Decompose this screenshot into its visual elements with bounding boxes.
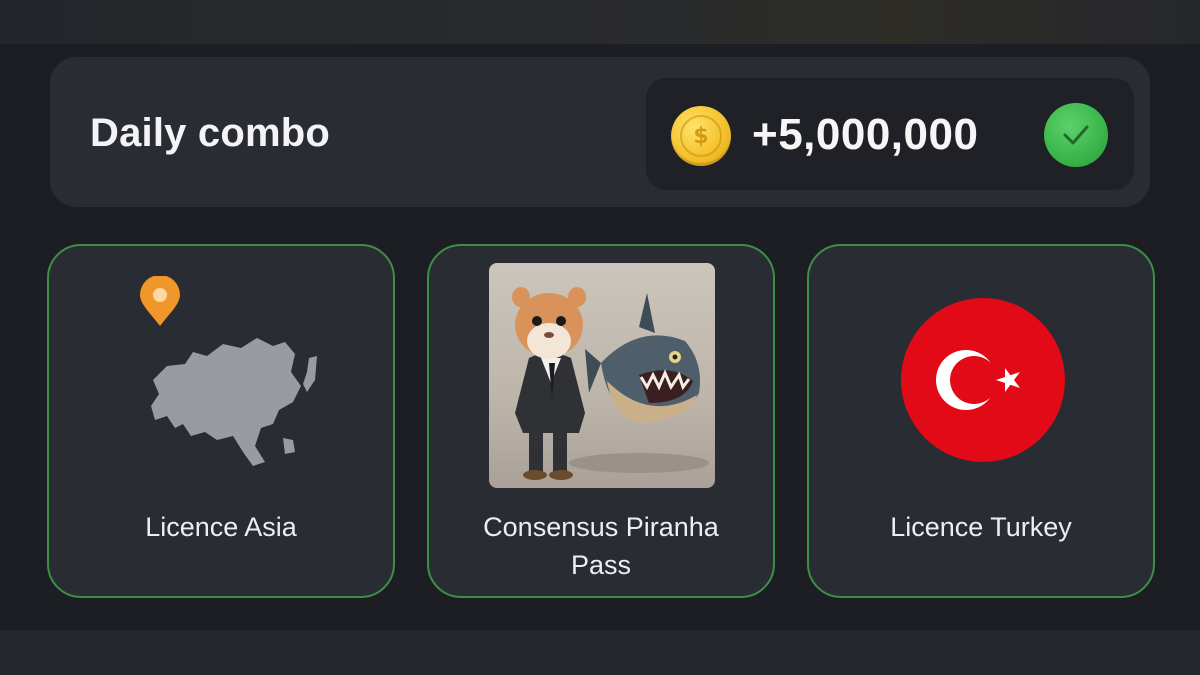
checkmark-icon: [1044, 103, 1108, 167]
reward-amount: +5,000,000: [752, 110, 979, 159]
bottom-bar: [0, 630, 1200, 675]
hamster-and-piranha-image: [489, 263, 715, 488]
top-bar: [0, 0, 1200, 44]
card-label-line-1: Consensus Piranha: [483, 512, 719, 542]
card-label-line-2: Pass: [570, 550, 632, 580]
combo-card-consensus-piranha-pass[interactable]: Consensus Piranha Pass: [427, 244, 775, 598]
card-label: Licence Asia: [145, 512, 297, 542]
card-label: Licence Turkey: [890, 512, 1072, 542]
asia-map-icon: [151, 338, 317, 466]
turkey-flag-icon: [901, 298, 1065, 462]
coin-symbol: $: [680, 115, 722, 157]
reward-pill: $ +5,000,000: [646, 78, 1134, 190]
location-pin-icon: [140, 276, 180, 326]
daily-combo-header: Daily combo $ +5,000,000: [50, 57, 1150, 207]
combo-card-licence-asia[interactable]: Licence Asia: [47, 244, 395, 598]
combo-card-licence-turkey[interactable]: Licence Turkey: [807, 244, 1155, 598]
daily-combo-title: Daily combo: [90, 111, 331, 155]
coin-icon: $: [671, 106, 731, 166]
